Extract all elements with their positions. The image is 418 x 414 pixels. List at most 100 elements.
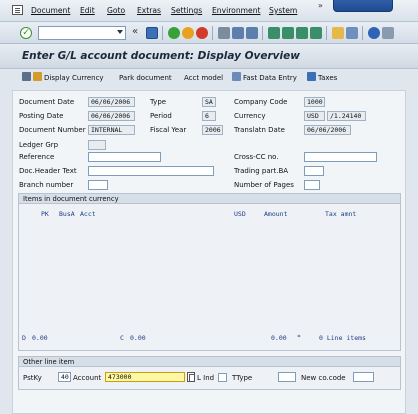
menu-system[interactable]: System (269, 6, 297, 15)
col-acct: Acct (80, 210, 96, 218)
document-date-field[interactable]: 06/06/2006 (88, 97, 135, 107)
save-icon[interactable] (146, 27, 158, 39)
exit-icon[interactable] (182, 27, 194, 39)
first-page-icon[interactable] (268, 27, 280, 39)
fiscal-year-field[interactable]: 2006 (202, 125, 223, 135)
menu-bar: Document Edit Goto Extras Settings Envir… (0, 0, 418, 22)
period-field[interactable]: 6 (202, 111, 216, 121)
reference-field[interactable] (88, 152, 161, 162)
park-document-button[interactable]: Park document (119, 72, 172, 84)
credit-total: 0.00 (130, 334, 146, 342)
menu-edit[interactable]: Edit (80, 6, 95, 15)
l-ind-label: L Ind (197, 374, 215, 382)
pstky-label: PstKy (23, 374, 42, 382)
posting-date-label: Posting Date (19, 112, 64, 120)
taxes-label: Taxes (318, 74, 338, 82)
new-session-icon[interactable] (332, 27, 344, 39)
cross-cc-label: Cross-CC no. (234, 153, 279, 161)
trading-part-field[interactable] (304, 166, 324, 176)
acct-model-button[interactable]: Acct model (184, 72, 223, 84)
translation-date-field[interactable]: 06/06/2006 (304, 125, 351, 135)
document-number-label: Document Number (19, 126, 86, 134)
cancel-icon[interactable] (196, 27, 208, 39)
back-icon[interactable] (168, 27, 180, 39)
cross-cc-field[interactable] (304, 152, 377, 162)
find-icon[interactable] (232, 27, 244, 39)
window-controls[interactable] (333, 0, 393, 12)
type-label: Type (150, 98, 167, 106)
ttype-label: TType (232, 374, 253, 382)
last-page-icon[interactable] (310, 27, 322, 39)
tree-icon (22, 72, 31, 81)
help-icon[interactable] (368, 27, 380, 39)
menu-goto[interactable]: Goto (107, 6, 125, 15)
currency-icon (33, 72, 42, 81)
ledger-grp-label: Ledger Grp (19, 141, 59, 149)
more-menus-icon[interactable]: » (318, 1, 323, 10)
next-page-icon[interactable] (296, 27, 308, 39)
command-field[interactable] (38, 26, 126, 40)
toolbar-separator (212, 26, 213, 40)
toolbar-separator (326, 26, 327, 40)
doc-header-text-field[interactable] (88, 166, 214, 176)
customize-icon[interactable] (382, 27, 394, 39)
translation-date-label: Translatn Date (234, 126, 285, 134)
display-currency-button[interactable]: Display Currency (22, 72, 104, 84)
print-icon[interactable] (218, 27, 230, 39)
fast-entry-icon (232, 72, 241, 81)
col-amount: Amount (264, 210, 288, 218)
find-next-icon[interactable] (246, 27, 258, 39)
type-field[interactable]: SA (202, 97, 216, 107)
other-line-item-group: Other line item PstKy 40 Account 473000 … (18, 356, 401, 390)
system-menu-icon[interactable] (12, 5, 23, 15)
items-table: Items in document currency PK BusA Acct … (18, 193, 401, 351)
balance-total: 0.00 (271, 334, 287, 342)
display-currency-label: Display Currency (44, 74, 104, 82)
col-pk: PK (41, 210, 49, 218)
shortcut-icon[interactable] (346, 27, 358, 39)
number-of-pages-label: Number of Pages (234, 181, 294, 189)
line-items-count: 0 Line items (319, 334, 366, 342)
application-toolbar: Display Currency Park document Acct mode… (0, 69, 418, 87)
toolbar-separator (362, 26, 363, 40)
account-label: Account (73, 374, 102, 382)
ledger-grp-field[interactable] (88, 140, 106, 150)
posting-key-field[interactable]: 40 (58, 372, 71, 382)
company-code-label: Company Code (234, 98, 288, 106)
l-ind-field[interactable] (218, 373, 227, 382)
new-cocode-label: New co.code (301, 374, 346, 382)
menu-extras[interactable]: Extras (137, 6, 161, 15)
new-cocode-field[interactable] (353, 372, 374, 382)
fast-data-entry-button[interactable]: Fast Data Entry (232, 72, 297, 84)
col-busa: BusA (59, 210, 75, 218)
taxes-button[interactable]: Taxes (307, 72, 337, 84)
exchange-rate-field[interactable]: /1.24140 (327, 111, 366, 121)
enter-icon[interactable]: ✓ (20, 27, 32, 39)
menu-environment[interactable]: Environment (212, 6, 261, 15)
currency-field[interactable]: USD (304, 111, 325, 121)
standard-toolbar: ✓ « (0, 22, 418, 44)
other-line-item-title: Other line item (19, 357, 400, 367)
account-field[interactable]: 473000 (105, 372, 185, 382)
posting-date-field[interactable]: 06/06/2006 (88, 111, 135, 121)
info-icon (307, 72, 316, 81)
company-code-field[interactable]: 1000 (304, 97, 325, 107)
menu-document[interactable]: Document (31, 6, 70, 15)
menu-settings[interactable]: Settings (171, 6, 202, 15)
number-of-pages-field[interactable] (304, 180, 320, 190)
col-tax-amount: Tax amnt (325, 210, 357, 218)
branch-number-field[interactable] (88, 180, 108, 190)
balance-flag: * (297, 333, 301, 341)
prev-page-icon[interactable] (282, 27, 294, 39)
toolbar-back-glyph[interactable]: « (132, 26, 138, 37)
period-label: Period (150, 112, 172, 120)
debit-total: 0.00 (32, 334, 48, 342)
doc-header-text-label: Doc.Header Text (19, 167, 77, 175)
ttype-field[interactable] (278, 372, 296, 382)
document-number-field[interactable]: INTERNAL (88, 125, 135, 135)
toolbar-separator (162, 26, 163, 40)
chevron-down-icon[interactable] (117, 30, 123, 34)
page-title: Enter G/L account document: Display Over… (22, 50, 300, 62)
document-date-label: Document Date (19, 98, 75, 106)
value-help-icon[interactable] (187, 372, 195, 382)
